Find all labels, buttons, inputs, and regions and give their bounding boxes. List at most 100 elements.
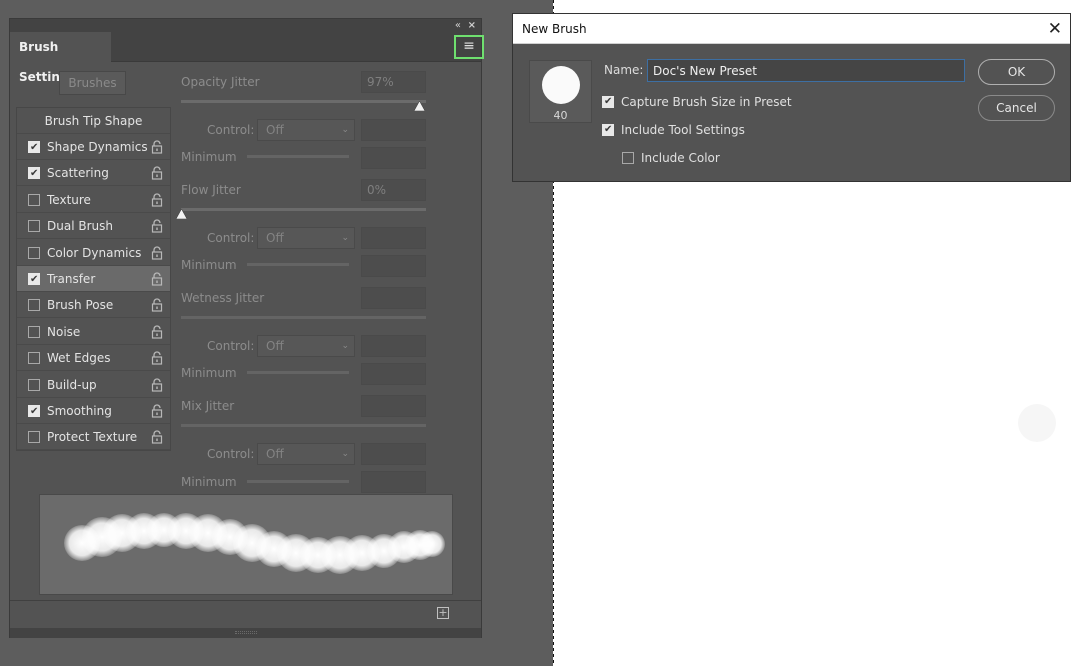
flow-control-value: Off (266, 231, 284, 245)
brush-option-checkbox[interactable] (28, 378, 40, 391)
wetness-jitter-slider[interactable] (181, 316, 426, 319)
chevron-down-icon: ⌄ (341, 449, 349, 459)
panel-menu-icon[interactable]: ≡ (454, 35, 484, 59)
brush-option-checkbox[interactable] (28, 325, 40, 338)
opacity-minimum-slider[interactable] (247, 155, 349, 158)
mix-minimum-field[interactable] (361, 471, 426, 493)
lock-icon[interactable] (151, 272, 165, 286)
brush-option-item[interactable]: Scattering (17, 160, 170, 187)
brush-option-label: Smoothing (47, 404, 112, 418)
brushes-button[interactable]: Brushes (59, 71, 126, 95)
brush-option-checkbox[interactable] (28, 246, 40, 259)
opacity-jitter-field[interactable]: 97% (361, 71, 426, 93)
brush-option-item[interactable]: Color Dynamics (17, 240, 170, 266)
lock-icon[interactable] (151, 404, 165, 418)
mix-jitter-slider[interactable] (181, 424, 426, 427)
brush-option-label: Shape Dynamics (47, 140, 148, 154)
lock-icon[interactable] (151, 430, 165, 444)
opacity-control-dropdown[interactable]: Off ⌄ (257, 119, 355, 141)
lock-icon[interactable] (151, 246, 165, 260)
brush-option-checkbox[interactable] (28, 135, 40, 161)
brush-size-label: 40 (553, 109, 568, 122)
capture-size-option[interactable]: Capture Brush Size in Preset (602, 94, 842, 110)
brush-option-item[interactable]: Noise (17, 319, 170, 345)
wetness-control-dropdown[interactable]: Off ⌄ (257, 335, 355, 357)
flow-jitter-slider-thumb[interactable] (176, 209, 187, 219)
tab-brush-settings[interactable]: Brush Settings (10, 32, 111, 84)
brush-option-item[interactable]: Build-up (17, 372, 170, 398)
ok-button[interactable]: OK (978, 59, 1055, 85)
include-tool-checkbox[interactable] (602, 122, 614, 138)
wetness-minimum-slider[interactable] (247, 371, 349, 374)
brush-option-label: Build-up (47, 377, 97, 392)
lock-icon[interactable] (151, 298, 165, 312)
new-brush-icon[interactable]: + (437, 607, 449, 619)
capture-size-checkbox[interactable] (602, 94, 614, 110)
brush-option-item[interactable]: Texture (17, 187, 170, 213)
brush-option-checkbox[interactable] (28, 399, 40, 425)
control-label: Control: (207, 123, 255, 137)
opacity-control-field[interactable] (361, 119, 426, 141)
brush-option-checkbox[interactable] (28, 267, 40, 293)
include-color-checkbox[interactable] (622, 152, 634, 164)
opacity-jitter-slider-thumb[interactable] (413, 101, 425, 111)
brush-option-item[interactable]: Wet Edges (17, 345, 170, 372)
panel-footer: + (10, 600, 481, 628)
close-icon[interactable]: ✕ (1048, 14, 1062, 44)
brush-option-item[interactable]: Dual Brush (17, 213, 170, 240)
brush-tip-shape-item[interactable]: Brush Tip Shape (17, 108, 170, 134)
lock-icon[interactable] (151, 166, 165, 180)
brush-option-list: Brush Tip Shape Shape Dynamics Scattering… (16, 107, 171, 451)
flow-control-dropdown[interactable]: Off ⌄ (257, 227, 355, 249)
include-tool-option[interactable]: Include Tool Settings (602, 122, 842, 138)
opacity-jitter-slider[interactable] (181, 100, 426, 103)
flow-minimum-field[interactable] (361, 255, 426, 277)
brush-option-checkbox[interactable] (28, 193, 40, 206)
mix-control-dropdown[interactable]: Off ⌄ (257, 443, 355, 465)
brush-option-checkbox[interactable] (28, 431, 40, 444)
lock-icon[interactable] (151, 219, 165, 233)
brush-option-item[interactable]: Shape Dynamics (17, 134, 170, 161)
minimum-label: Minimum (181, 150, 237, 164)
flow-control-field[interactable] (361, 227, 426, 249)
preset-name-input[interactable] (647, 59, 965, 82)
brush-option-label: Noise (47, 324, 81, 339)
dialog-title-bar[interactable]: New Brush ✕ (513, 14, 1070, 44)
wetness-minimum-field[interactable] (361, 363, 426, 385)
minimum-label: Minimum (181, 258, 237, 272)
brush-option-item[interactable]: Smoothing (17, 398, 170, 425)
brush-cursor (1018, 404, 1056, 442)
mix-jitter-field[interactable] (361, 395, 426, 417)
brush-option-checkbox[interactable] (28, 352, 40, 365)
mix-control-field[interactable] (361, 443, 426, 465)
lock-icon[interactable] (151, 193, 165, 207)
wetness-control-field[interactable] (361, 335, 426, 357)
flow-minimum-slider[interactable] (247, 263, 349, 266)
opacity-control-value: Off (266, 123, 284, 137)
brush-option-checkbox[interactable] (28, 161, 40, 187)
brush-option-checkbox[interactable] (28, 220, 40, 233)
flow-jitter-slider[interactable] (181, 208, 426, 211)
wetness-control-value: Off (266, 339, 284, 353)
brush-option-item[interactable]: Transfer (17, 266, 170, 293)
collapse-icon[interactable]: « (455, 19, 461, 32)
brush-option-label: Wet Edges (47, 351, 111, 366)
lock-icon[interactable] (151, 325, 165, 339)
resize-grip-icon[interactable] (235, 631, 257, 634)
lock-icon[interactable] (151, 378, 165, 392)
brush-option-label: Brush Pose (47, 298, 114, 313)
opacity-minimum-field[interactable] (361, 147, 426, 169)
include-color-option[interactable]: Include Color (622, 150, 822, 166)
cancel-button[interactable]: Cancel (978, 95, 1055, 121)
flow-jitter-field[interactable]: 0% (361, 179, 426, 201)
close-icon[interactable]: × (468, 19, 476, 32)
capture-size-label: Capture Brush Size in Preset (621, 95, 792, 109)
mix-minimum-slider[interactable] (247, 480, 349, 483)
brush-tip-dot (542, 66, 580, 104)
lock-icon[interactable] (151, 351, 165, 365)
brush-option-item[interactable]: Brush Pose (17, 292, 170, 319)
brush-option-item[interactable]: Protect Texture (17, 424, 170, 451)
lock-icon[interactable] (151, 140, 165, 154)
brush-option-checkbox[interactable] (28, 299, 40, 312)
wetness-jitter-field[interactable] (361, 287, 426, 309)
